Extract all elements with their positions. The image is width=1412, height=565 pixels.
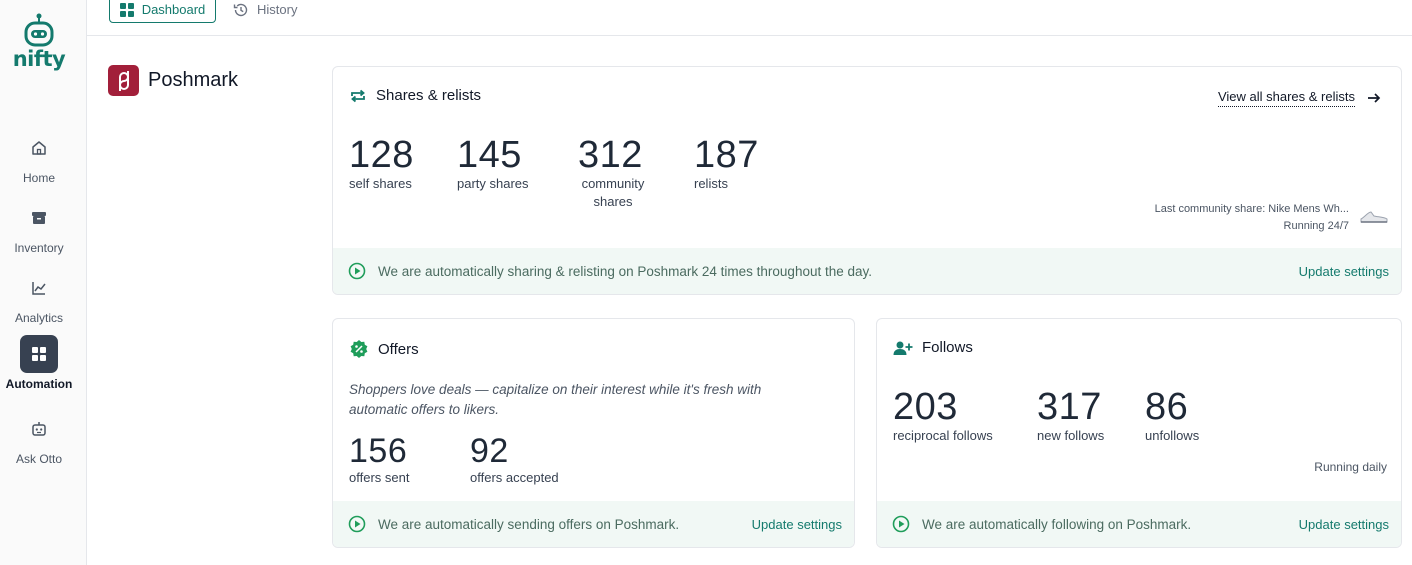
robot-logo-icon (24, 13, 54, 47)
view-all-shares-link[interactable]: View all shares & relists (1217, 89, 1381, 107)
stat-label: new follows (1037, 428, 1105, 443)
platform-name: Poshmark (148, 69, 239, 91)
stat-value: 156 (349, 432, 408, 470)
stat-label: offers sent (349, 470, 410, 485)
grid-icon (119, 2, 134, 17)
shares-title: Shares & relists (376, 87, 482, 104)
follows-header: Follows (893, 339, 973, 356)
robot-icon (32, 422, 46, 436)
sidebar: nifty Home Inventory Analytics Automatio… (0, 0, 87, 565)
follows-update-settings-link[interactable]: Update settings (1299, 517, 1389, 532)
stat-value: 128 (349, 134, 414, 176)
tab-history[interactable]: History (233, 0, 297, 23)
stat-value: 317 (1037, 386, 1102, 428)
play-circle-icon (348, 262, 366, 280)
history-icon (233, 3, 248, 16)
sidebar-item-label: Automation (5, 377, 73, 391)
repeat-icon (351, 89, 365, 102)
follows-footer-text: We are automatically following on Poshma… (922, 516, 1192, 532)
running-status: Running 24/7 (1283, 220, 1349, 232)
last-share-info: Last community share: Nike Mens Wh... Ru… (1155, 201, 1349, 235)
arrow-right-icon (1368, 93, 1381, 103)
offers-tagline: Shoppers love deals — capitalize on thei… (349, 382, 762, 417)
stat-value: 86 (1145, 386, 1189, 428)
platform-header: Poshmark (108, 65, 238, 96)
stat-value: 312 (578, 134, 643, 176)
offers-footer: We are automatically sending offers on P… (333, 501, 854, 547)
stat-value: 145 (457, 134, 522, 176)
stat-new-follows: 317 new follows (1037, 387, 1104, 445)
stat-offers-sent: 156 offers sent (349, 433, 409, 487)
user-plus-icon (893, 341, 913, 355)
stat-reciprocal-follows: 203 reciprocal follows (893, 387, 993, 445)
logo-text: nifty (12, 47, 66, 71)
stat-value: 203 (893, 386, 958, 428)
archive-icon (32, 212, 46, 224)
percent-badge-icon (350, 340, 368, 358)
sidebar-item-inventory[interactable]: Inventory (0, 199, 78, 255)
sidebar-item-ask-otto[interactable]: Ask Otto (0, 410, 78, 466)
offers-title: Offers (378, 340, 419, 358)
sidebar-item-analytics[interactable]: Analytics (0, 269, 78, 325)
offers-card: Offers Shoppers love deals — capitalize … (332, 318, 855, 548)
offers-footer-text: We are automatically sending offers on P… (378, 516, 680, 532)
stat-value: 187 (694, 134, 759, 176)
stat-unfollows: 86 unfollows (1145, 387, 1199, 445)
stat-value: 92 (470, 432, 509, 470)
stat-label: relists (694, 176, 728, 191)
follows-card: Follows 203 reciprocal follows 317 new f… (876, 318, 1402, 548)
sidebar-item-automation[interactable]: Automation (0, 335, 78, 391)
follows-title: Follows (922, 339, 973, 356)
nifty-logo[interactable]: nifty (12, 12, 66, 71)
shares-header: Shares & relists (349, 87, 481, 104)
poshmark-logo-icon (108, 65, 139, 96)
play-circle-icon (348, 515, 366, 533)
tab-label: Dashboard (141, 2, 206, 17)
shares-card: Shares & relists View all shares & relis… (332, 66, 1402, 295)
sidebar-item-label: Home (22, 171, 55, 185)
shares-footer-text: We are automatically sharing & relisting… (378, 263, 873, 279)
grid-icon (32, 347, 46, 361)
stat-self-shares: 128 self shares (349, 135, 414, 193)
tab-label: History (257, 2, 298, 17)
play-circle-icon (892, 515, 910, 533)
stat-label: self shares (349, 176, 412, 191)
sidebar-item-label: Inventory (14, 241, 64, 255)
sidebar-item-label: Analytics (14, 311, 64, 325)
home-icon (32, 141, 46, 155)
stat-label: party shares (457, 176, 529, 191)
stat-label: community shares (581, 176, 645, 209)
chart-icon (32, 282, 46, 295)
sidebar-item-home[interactable]: Home (0, 129, 78, 185)
offers-header: Offers (349, 339, 419, 359)
stat-offers-accepted: 92 offers accepted (470, 433, 559, 487)
follows-footer: We are automatically following on Poshma… (877, 501, 1401, 547)
sneaker-thumbnail-icon (1360, 211, 1388, 223)
last-share-text: Last community share: Nike Mens Wh... (1154, 203, 1349, 215)
sidebar-item-label: Ask Otto (15, 452, 62, 466)
running-status: Running daily (1314, 460, 1387, 474)
offers-update-settings-link[interactable]: Update settings (752, 517, 842, 532)
stat-party-shares: 145 party shares (457, 135, 529, 193)
top-tabs: Dashboard History (87, 0, 1412, 36)
stat-community-shares: 312 community shares (578, 135, 653, 211)
tab-dashboard[interactable]: Dashboard (109, 0, 216, 23)
stat-label: unfollows (1145, 428, 1200, 443)
shares-update-settings-link[interactable]: Update settings (1299, 264, 1389, 279)
stat-label: reciprocal follows (893, 428, 993, 443)
stat-relists: 187 relists (694, 135, 759, 193)
shares-footer: We are automatically sharing & relisting… (333, 248, 1401, 294)
view-all-label: View all shares & relists (1217, 89, 1355, 107)
stat-label: offers accepted (470, 470, 559, 485)
